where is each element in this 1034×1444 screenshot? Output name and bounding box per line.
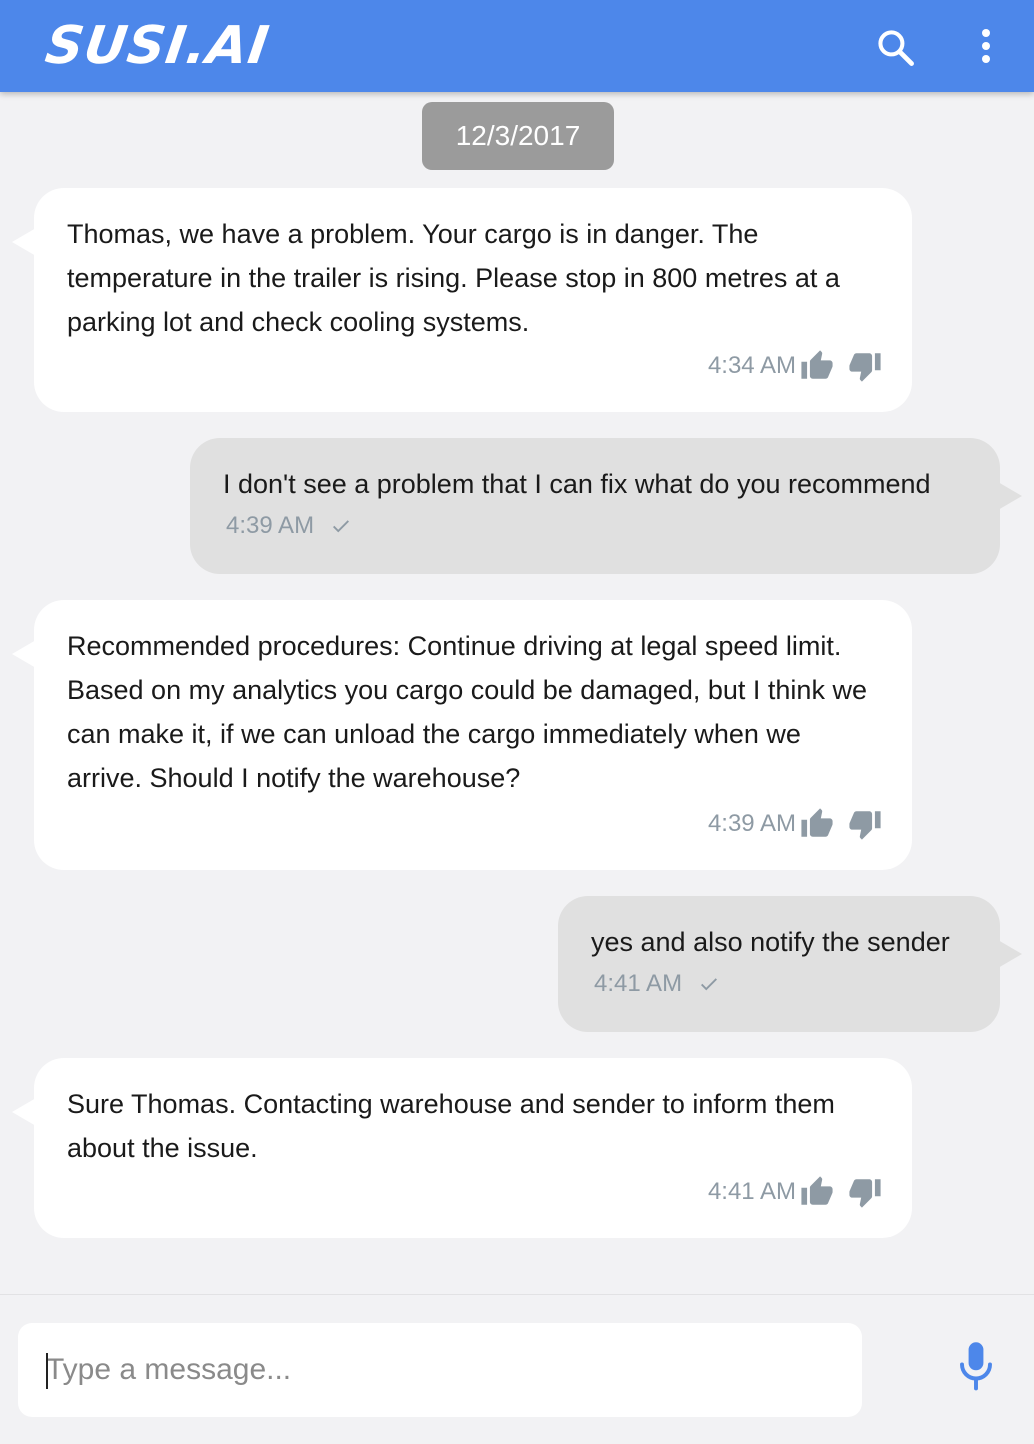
text-caret: [46, 1353, 48, 1389]
bubble-tail: [998, 482, 1022, 510]
bubble-tail: [998, 940, 1022, 968]
message-text: Thomas, we have a problem. Your cargo is…: [67, 219, 840, 337]
check-icon: [333, 520, 350, 533]
message-time: 4:39 AM: [707, 810, 796, 837]
message-bubble-user: yes and also notify the sender 4:41 AM: [558, 896, 1022, 1032]
message-bubble-susi: Recommended procedures: Continue driving…: [12, 600, 912, 870]
message-time: 4:39 AM: [226, 512, 315, 539]
thumbs-down-icon[interactable]: [848, 807, 882, 841]
bubble-tail: [12, 1098, 36, 1126]
brand-logo[interactable]: SUSI.AI: [42, 16, 273, 76]
message-text: I don't see a problem that I can fix wha…: [223, 469, 931, 499]
microphone-icon: [960, 1342, 992, 1391]
message-meta: 4:39 AM: [226, 504, 352, 548]
message-text: Recommended procedures: Continue driving…: [67, 631, 867, 793]
date-separator: 12/3/2017: [422, 102, 614, 170]
more-vert-icon: [982, 29, 990, 63]
message-time: 4:34 AM: [707, 352, 796, 379]
thumbs-up-icon[interactable]: [800, 349, 834, 383]
message-meta: 4:39 AM: [708, 802, 882, 846]
message-time: 4:41 AM: [594, 970, 683, 997]
message-time: 4:41 AM: [707, 1178, 796, 1205]
message-text: Sure Thomas. Contacting warehouse and se…: [67, 1089, 835, 1163]
message-meta: 4:34 AM: [708, 344, 882, 388]
message-bubble-susi: Sure Thomas. Contacting warehouse and se…: [12, 1058, 912, 1238]
thumbs-down-icon[interactable]: [848, 1175, 882, 1209]
message-bubble-user: I don't see a problem that I can fix wha…: [190, 438, 1022, 574]
message-bubble-susi: Thomas, we have a problem. Your cargo is…: [12, 188, 912, 412]
message-input[interactable]: Type a message...: [18, 1323, 862, 1417]
message-meta: 4:41 AM: [594, 962, 720, 1006]
message-meta: 4:41 AM: [708, 1170, 882, 1214]
bubble-tail: [12, 640, 36, 668]
search-icon: [878, 30, 914, 66]
microphone-button[interactable]: [956, 1339, 996, 1395]
check-icon: [701, 978, 718, 991]
more-options-button[interactable]: [970, 24, 1002, 68]
chat-app: SUSI.AI 12/3/2017 Thomas, we have a prob…: [0, 0, 1034, 1444]
bubble-tail: [12, 228, 36, 256]
thumbs-up-icon[interactable]: [800, 1175, 834, 1209]
thumbs-up-icon[interactable]: [800, 807, 834, 841]
search-button[interactable]: [874, 26, 918, 70]
thumbs-down-icon[interactable]: [848, 349, 882, 383]
message-text: yes and also notify the sender: [591, 927, 950, 957]
app-header: SUSI.AI: [0, 0, 1034, 92]
composer-bar: Type a message...: [0, 1294, 1034, 1444]
